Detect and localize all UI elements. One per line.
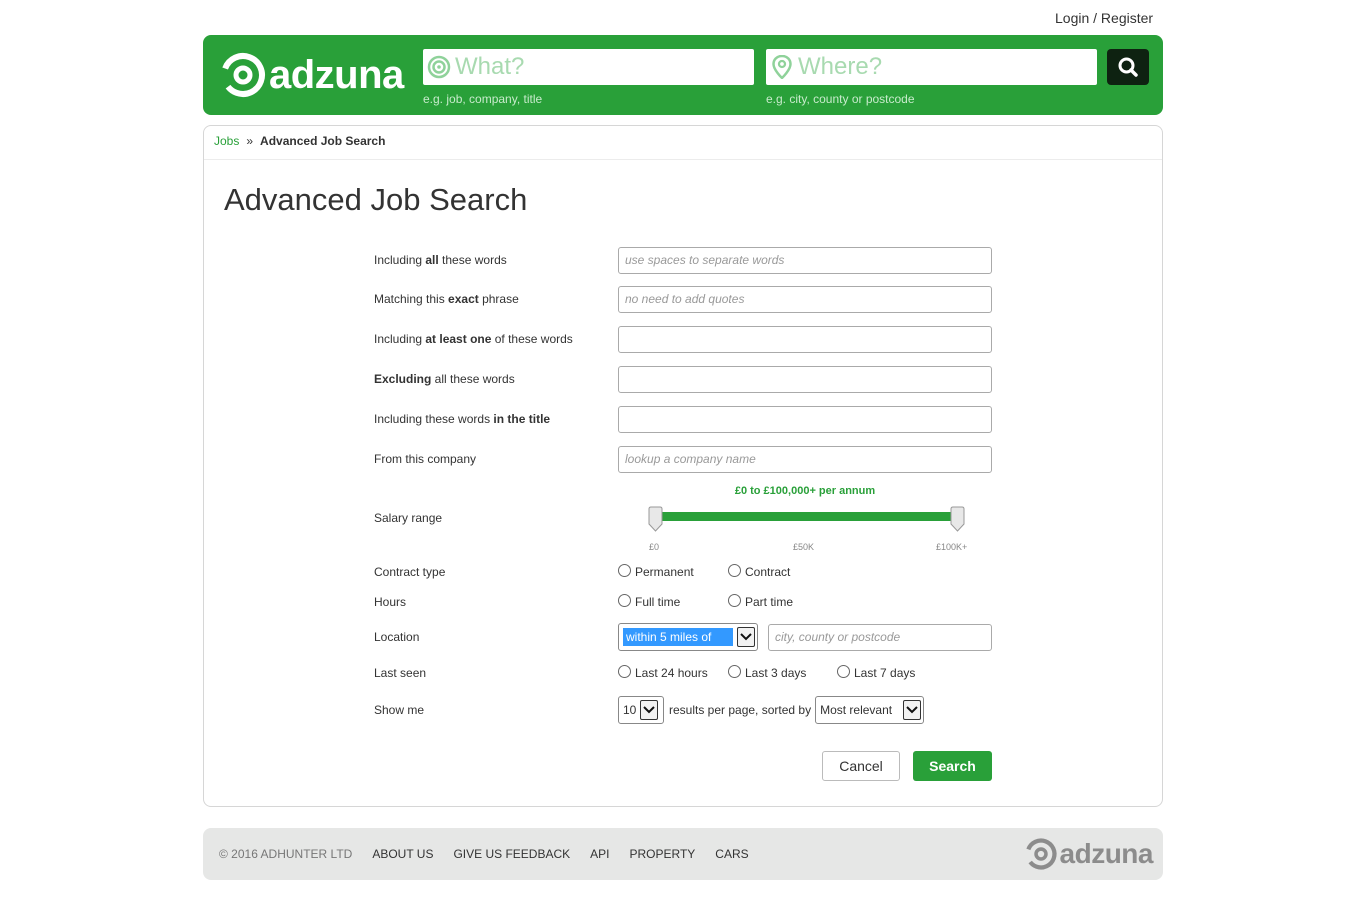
chevron-down-icon	[640, 700, 659, 720]
adzuna-swirl-icon	[221, 53, 265, 97]
excluding-row: Excluding all these words	[374, 365, 994, 393]
footer-copyright: © 2016 ADHUNTER LTD	[219, 847, 353, 861]
site-header: adzuna e.g. job, company, title e.g. cit…	[203, 35, 1163, 115]
salary-tick-mid: £50K	[793, 542, 815, 552]
breadcrumb-current: Advanced Job Search	[260, 134, 386, 148]
salary-min-handle[interactable]	[648, 506, 663, 532]
login-register-label[interactable]: Login / Register	[1055, 10, 1153, 26]
what-field[interactable]	[423, 49, 754, 85]
sort-select[interactable]: Most relevant	[815, 696, 925, 724]
location-input[interactable]	[768, 623, 992, 651]
what-input[interactable]	[455, 53, 754, 81]
salary-max-handle[interactable]	[950, 506, 965, 532]
per-page-select[interactable]: 10	[618, 696, 664, 724]
hours-full-time-radio[interactable]: Full time	[618, 593, 728, 609]
footer-adzuna-logo[interactable]: adzuna	[1024, 837, 1154, 871]
excluding-input[interactable]	[618, 365, 992, 393]
login-register-link[interactable]: Login / Register	[1055, 10, 1153, 26]
show-me-row: Show me 10 results per page, sorted by M…	[374, 696, 994, 724]
at-least-one-row: Including at least one of these words	[374, 325, 994, 353]
last-seen-label: Last seen	[374, 666, 427, 680]
what-hint: e.g. job, company, title	[423, 92, 543, 106]
company-row: From this company	[374, 445, 994, 473]
footer-link-api[interactable]: API	[590, 847, 609, 861]
location-pin-icon	[766, 55, 798, 79]
contract-permanent-radio[interactable]: Permanent	[618, 563, 728, 579]
page-title: Advanced Job Search	[224, 182, 528, 217]
magnifier-icon	[1118, 57, 1138, 77]
per-page-text: results per page, sorted by	[669, 703, 812, 717]
location-row: Location within 5 miles of	[374, 623, 994, 651]
company-label: From this company	[374, 452, 477, 466]
cancel-button[interactable]: Cancel	[822, 751, 900, 781]
all-words-row: Including all these words	[374, 246, 994, 274]
last-seen-7-days-radio[interactable]: Last 7 days	[837, 664, 915, 680]
last-seen-24-hours-radio[interactable]: Last 24 hours	[618, 664, 728, 680]
salary-tick-min: £0	[649, 542, 660, 552]
sort-value: Most relevant	[820, 703, 893, 717]
footer-link-feedback[interactable]: GIVE US FEEDBACK	[453, 847, 570, 861]
location-label: Location	[374, 630, 420, 644]
salary-tick-max: £100K+	[936, 542, 968, 552]
radius-select-value: within 5 miles of	[623, 628, 733, 646]
exact-phrase-label: Matching this exact phrase	[374, 292, 519, 306]
logo-text: adzuna	[269, 53, 404, 97]
all-words-input[interactable]	[618, 246, 992, 274]
in-title-row: Including these words in the title	[374, 405, 994, 433]
target-icon	[423, 55, 455, 79]
where-hint: e.g. city, county or postcode	[766, 92, 915, 106]
adzuna-swirl-icon	[1024, 838, 1057, 870]
hours-part-time-radio[interactable]: Part time	[728, 593, 793, 609]
search-button[interactable]: Search	[913, 751, 992, 781]
per-page-value: 10	[623, 703, 637, 717]
last-seen-3-days-radio[interactable]: Last 3 days	[728, 664, 837, 680]
exact-phrase-row: Matching this exact phrase	[374, 285, 994, 313]
breadcrumb: Jobs » Advanced Job Search	[204, 126, 1162, 160]
adzuna-logo[interactable]: adzuna	[219, 51, 404, 99]
header-search-button[interactable]	[1107, 49, 1149, 85]
salary-row: Salary range	[374, 504, 614, 532]
chevron-down-icon	[737, 627, 755, 647]
footer-link-about-us[interactable]: ABOUT US	[372, 847, 433, 861]
footer-link-cars[interactable]: CARS	[715, 847, 748, 861]
exact-phrase-input[interactable]	[618, 285, 992, 313]
advanced-search-panel: Jobs » Advanced Job Search Advanced Job Se…	[203, 125, 1163, 807]
salary-caption: £0 to £100,000+ per annum	[734, 485, 876, 497]
contract-contract-radio[interactable]: Contract	[728, 563, 790, 579]
hours-row: Hours Full time Part time	[374, 588, 994, 616]
where-input[interactable]	[798, 53, 1097, 81]
footer-link-property[interactable]: PROPERTY	[630, 847, 696, 861]
breadcrumb-separator: »	[246, 134, 254, 148]
site-footer: © 2016 ADHUNTER LTD ABOUT US GIVE US FEE…	[203, 828, 1163, 880]
salary-label: Salary range	[374, 511, 443, 525]
show-me-label: Show me	[374, 703, 425, 717]
in-title-label: Including these words in the title	[374, 412, 551, 426]
footer-logo-text: adzuna	[1059, 838, 1154, 869]
last-seen-row: Last seen Last 24 hours Last 3 days Last…	[374, 659, 994, 687]
at-least-one-label: Including at least one of these words	[374, 332, 573, 346]
chevron-down-icon	[903, 700, 922, 720]
contract-type-row: Contract type Permanent Contract	[374, 558, 994, 586]
salary-slider-track[interactable]	[656, 512, 958, 521]
all-words-label: Including all these words	[374, 253, 507, 267]
breadcrumb-jobs-link[interactable]: Jobs	[214, 134, 239, 148]
in-title-input[interactable]	[618, 405, 992, 433]
hours-label: Hours	[374, 595, 407, 609]
excluding-label: Excluding all these words	[374, 372, 515, 386]
contract-type-label: Contract type	[374, 565, 446, 579]
at-least-one-input[interactable]	[618, 325, 992, 353]
radius-select[interactable]: within 5 miles of	[618, 623, 758, 651]
company-input[interactable]	[618, 445, 992, 473]
where-field[interactable]	[766, 49, 1097, 85]
